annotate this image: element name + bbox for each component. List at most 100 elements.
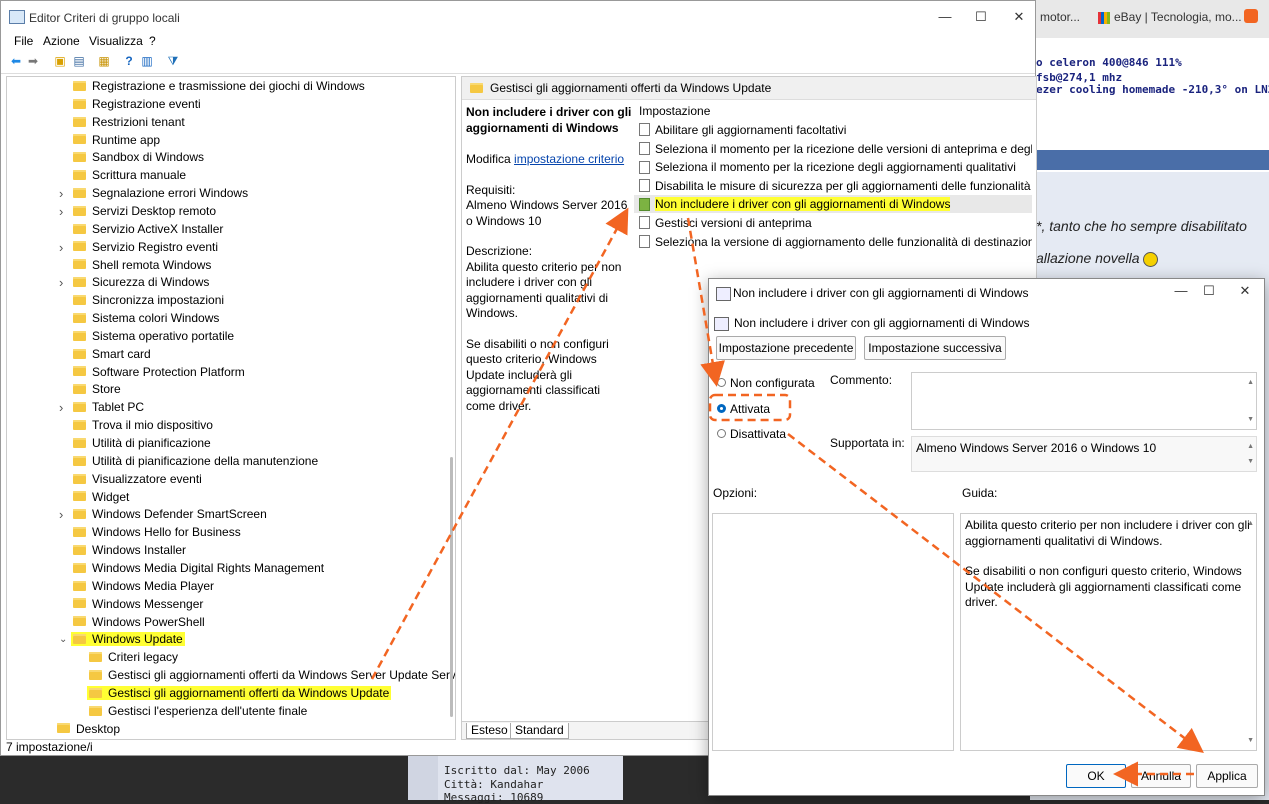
tree-item[interactable]: Visualizzatore eventi [73,471,202,488]
tree-item[interactable]: Runtime app [73,132,160,149]
radio-disabled[interactable]: Disattivata [717,427,786,441]
smiley-icon [1143,251,1159,267]
tree-item[interactable]: Sistema colori Windows [73,310,219,327]
tree-item[interactable]: Shell remota Windows [73,257,211,274]
setting-row[interactable]: Seleziona il momento per la ricezione de… [634,158,1032,176]
expand-chevron-icon[interactable]: › [59,274,67,291]
supported-text: Almeno Windows Server 2016 o Windows 10 [916,441,1157,455]
expand-chevron-icon[interactable]: › [59,239,67,256]
radio-enabled[interactable]: Attivata [717,402,770,416]
tree-item[interactable]: Smart card [73,346,151,363]
tree-item[interactable]: Store [73,381,121,398]
tree-item-desktop[interactable]: Desktop [57,721,120,738]
setting-highlight: Non includere i driver con gli aggiornam… [655,197,951,212]
tree-item[interactable]: Servizio Registro eventi › [59,239,218,256]
policy-tree[interactable]: Registrazione e trasmissione dei giochi … [6,76,456,740]
tree-item-child[interactable]: Gestisci gli aggiornamenti offerti da Wi… [89,667,455,684]
tree-item[interactable]: Windows Installer [73,542,186,559]
help-text: Abilita questo criterio per non includer… [965,518,1250,548]
menu-help[interactable]: ? [149,34,156,48]
tree-item[interactable]: Software Protection Platform [73,364,245,381]
setting-row[interactable]: Disabilita le misure di sicurezza per gl… [634,177,1032,195]
tree-item[interactable]: Registrazione eventi [73,96,201,113]
show-hide-tree-icon[interactable]: ▤ [72,54,86,68]
expand-chevron-icon[interactable]: › [59,506,67,523]
tree-item[interactable]: Restrizioni tenant [73,114,185,131]
scroll-up-icon[interactable]: ▲ [1247,375,1254,391]
tab-standard[interactable]: Standard [510,723,569,739]
up-folder-icon[interactable]: ▣ [53,54,67,68]
dialog-maximize-button[interactable]: ☐ [1199,281,1219,301]
scroll-down-icon[interactable]: ▼ [1247,412,1254,428]
next-setting-button[interactable]: Impostazione successiva [864,336,1006,360]
scroll-up-icon[interactable]: ▲ [1247,439,1254,455]
forward-arrow-icon[interactable]: ➡ [26,54,40,68]
collapse-chevron-icon[interactable]: ⌄ [59,631,67,648]
ok-button[interactable]: OK [1066,764,1126,788]
help-icon[interactable]: ? [122,54,136,68]
tree-item[interactable]: Servizi Desktop remoto › [59,203,216,220]
setting-row[interactable]: Seleziona la versione di aggiornamento d… [634,233,1032,251]
dialog-subtitle: Non includere i driver con gli aggiornam… [734,316,1030,330]
close-button[interactable]: ✕ [1009,7,1029,27]
scroll-down-icon[interactable]: ▼ [1247,733,1254,749]
tree-item[interactable]: Windows Media Player [73,578,214,595]
description-text: Abilita questo criterio per non includer… [466,259,622,321]
maximize-button[interactable]: ☐ [971,7,991,27]
tree-item[interactable]: Servizio ActiveX Installer [73,221,223,238]
tree-item[interactable]: Trova il mio dispositivo [73,417,213,434]
browser-tab-extra[interactable] [1244,8,1260,24]
menu-azione[interactable]: Azione [43,34,80,48]
tree-item[interactable]: Windows Hello for Business [73,524,241,541]
tree-item[interactable]: Windows Defender SmartScreen › [59,506,267,523]
tree-item[interactable]: Utilità di pianificazione della manutenz… [73,453,318,470]
tree-item[interactable]: Sistema operativo portatile [73,328,234,345]
tree-item[interactable]: Sicurezza di Windows › [59,274,209,291]
tree-item[interactable]: Registrazione e trasmissione dei giochi … [73,78,365,95]
tree-item[interactable]: Widget [73,489,129,506]
tree-item-child[interactable]: Criteri legacy [89,649,178,666]
tree-item-child[interactable]: Gestisci l'esperienza dell'utente finale [89,703,307,720]
dialog-minimize-button[interactable]: — [1171,281,1191,301]
tree-item[interactable]: Windows Messenger [73,596,203,613]
tree-scrollbar[interactable] [450,457,453,717]
setting-row[interactable]: Abilitare gli aggiornamenti facoltativi [634,121,1032,139]
back-arrow-icon[interactable]: ⬅ [9,54,23,68]
dialog-close-button[interactable]: ✕ [1235,281,1255,301]
title-bar[interactable]: Editor Criteri di gruppo locali — ☐ ✕ [1,1,1035,33]
cancel-button[interactable]: Annulla [1131,764,1191,788]
edit-policy-link[interactable]: impostazione criterio [514,152,624,166]
tree-item[interactable]: Scrittura manuale [73,167,186,184]
setting-row[interactable]: Non includere i driver con gli aggiornam… [634,195,1032,214]
expand-chevron-icon[interactable]: › [59,185,67,202]
tree-item-windows-update[interactable]: Windows Update ⌄ [59,631,185,648]
tree-item[interactable]: Utilità di pianificazione [73,435,211,452]
previous-setting-button[interactable]: Impostazione precedente [716,336,856,360]
tree-item[interactable]: Sincronizza impostazioni [73,292,224,309]
browser-tab-ebay[interactable]: eBay | Tecnologia, mo... [1098,10,1258,24]
tab-esteso[interactable]: Esteso [466,723,513,739]
comment-textarea[interactable]: ▲ ▼ [911,372,1257,430]
menu-visualizza[interactable]: Visualizza [89,34,143,48]
tree-item[interactable]: Segnalazione errori Windows › [59,185,248,202]
radio-not-configured[interactable]: Non configurata [717,376,815,390]
tree-item[interactable]: Windows Media Digital Rights Management [73,560,324,577]
scroll-down-icon[interactable]: ▼ [1247,454,1254,470]
menu-file[interactable]: File [14,34,33,48]
column-header-setting[interactable]: Impostazione [639,104,710,118]
properties-icon[interactable]: ▥ [140,54,154,68]
tree-item-child[interactable]: Gestisci gli aggiornamenti offerti da Wi… [87,685,392,702]
tree-item[interactable]: Sandbox di Windows [73,149,204,166]
expand-chevron-icon[interactable]: › [59,203,67,220]
tree-item[interactable]: Tablet PC › [59,399,144,416]
apply-button[interactable]: Applica [1196,764,1258,788]
scroll-up-icon[interactable]: ▲ [1247,516,1254,532]
browser-tab[interactable]: motor... [1040,10,1090,24]
expand-chevron-icon[interactable]: › [59,399,67,416]
tree-item[interactable]: Windows PowerShell [73,614,205,631]
setting-row[interactable]: Seleziona il momento per la ricezione de… [634,140,1032,158]
setting-row[interactable]: Gestisci versioni di anteprima [634,214,1032,232]
export-list-icon[interactable]: ▦ [97,54,111,68]
minimize-button[interactable]: — [935,7,955,27]
filter-icon[interactable]: ⧩ [166,54,180,68]
